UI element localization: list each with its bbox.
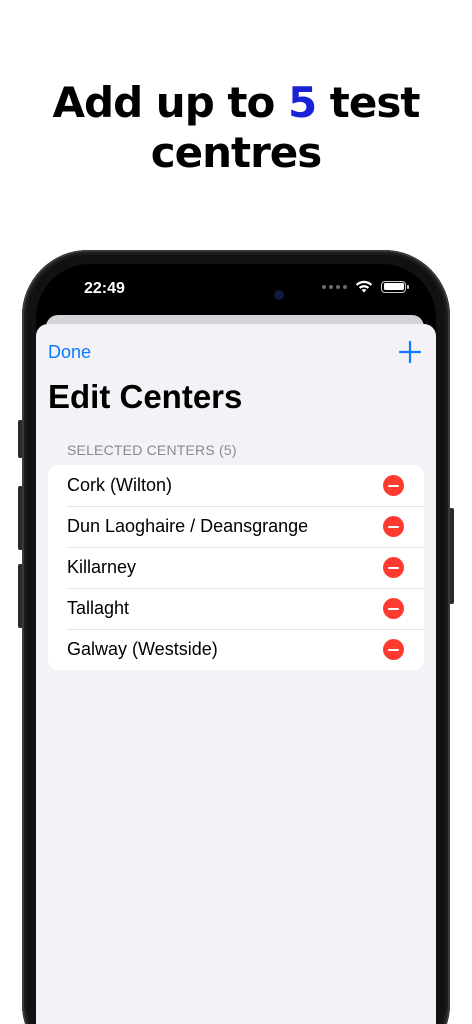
done-button[interactable]: Done: [48, 342, 91, 363]
page-title: Edit Centers: [48, 378, 243, 415]
list-item[interactable]: Killarney: [48, 547, 424, 588]
wifi-icon: [355, 280, 373, 293]
section-header: SELECTED CENTERS (5): [67, 442, 237, 458]
remove-center-button[interactable]: [383, 475, 404, 496]
center-label: Cork (Wilton): [67, 475, 173, 495]
list-item[interactable]: Tallaght: [48, 588, 424, 629]
center-label: Dun Laoghaire / Deansgrange: [67, 516, 309, 536]
camera-lens-icon: [274, 290, 284, 300]
center-label: Tallaght: [67, 598, 130, 618]
headline-suffix: test: [316, 78, 421, 127]
headline-accent-number: 5: [287, 78, 317, 127]
list-item[interactable]: Galway (Westside): [48, 629, 424, 670]
status-time: 22:49: [84, 280, 125, 297]
dynamic-island: [186, 278, 306, 312]
headline-line-2: centres: [150, 128, 323, 177]
list-item[interactable]: Dun Laoghaire / Deansgrange: [48, 506, 424, 547]
promo-headline: Add up to 5 test centres: [0, 78, 472, 178]
edit-centers-sheet: Done Edit Centers SELECTED CENTERS (5) C…: [36, 324, 436, 1024]
remove-center-button[interactable]: [383, 516, 404, 537]
status-icons: [322, 280, 409, 293]
remove-center-button[interactable]: [383, 598, 404, 619]
list-item[interactable]: Cork (Wilton): [48, 465, 424, 506]
headline-prefix: Add up to: [52, 78, 288, 127]
center-label: Galway (Westside): [67, 639, 218, 659]
selected-centers-list: Cork (Wilton) Dun Laoghaire / Deansgrang…: [48, 465, 424, 670]
center-label: Killarney: [67, 557, 137, 577]
plus-icon: [398, 340, 422, 364]
battery-icon: [381, 280, 409, 293]
signal-dots-icon: [322, 284, 347, 289]
headline-line-1: Add up to 5 test: [0, 78, 472, 128]
add-center-button[interactable]: [396, 338, 424, 366]
remove-center-button[interactable]: [383, 639, 404, 660]
remove-center-button[interactable]: [383, 557, 404, 578]
